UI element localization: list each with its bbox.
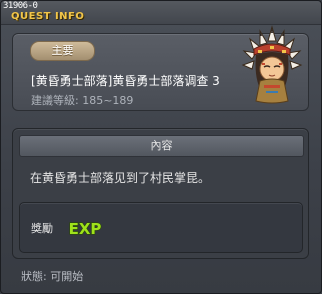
quest-type-badge: 主要 — [30, 41, 95, 61]
recommended-level: 建議等級: 185~189 — [31, 94, 134, 107]
exp-icon: EXP — [68, 219, 102, 238]
reward-box: 獎勵 EXP — [19, 202, 303, 253]
window-title: QUEST INFO — [11, 11, 85, 22]
reward-label: 獎勵 — [31, 222, 53, 235]
exp-icon-text: EXP — [69, 220, 102, 238]
quest-id: 31906-0 — [3, 1, 38, 11]
content-header: 內容 — [19, 135, 304, 157]
content-description: 在黄昏勇士部落见到了村民掌昆。 — [30, 171, 211, 185]
quest-content-panel: 內容 在黄昏勇士部落见到了村民掌昆。 獎勵 EXP — [12, 128, 309, 259]
quest-info-window: 31906-0 QUEST INFO 主要 [黄昏勇士部落]黄昏勇士部落调查 3… — [0, 0, 322, 294]
npc-chief-avatar — [241, 25, 303, 104]
quest-status: 狀態: 可開始 — [21, 270, 84, 283]
quest-name: [黄昏勇士部落]黄昏勇士部落调查 3 — [31, 74, 220, 88]
